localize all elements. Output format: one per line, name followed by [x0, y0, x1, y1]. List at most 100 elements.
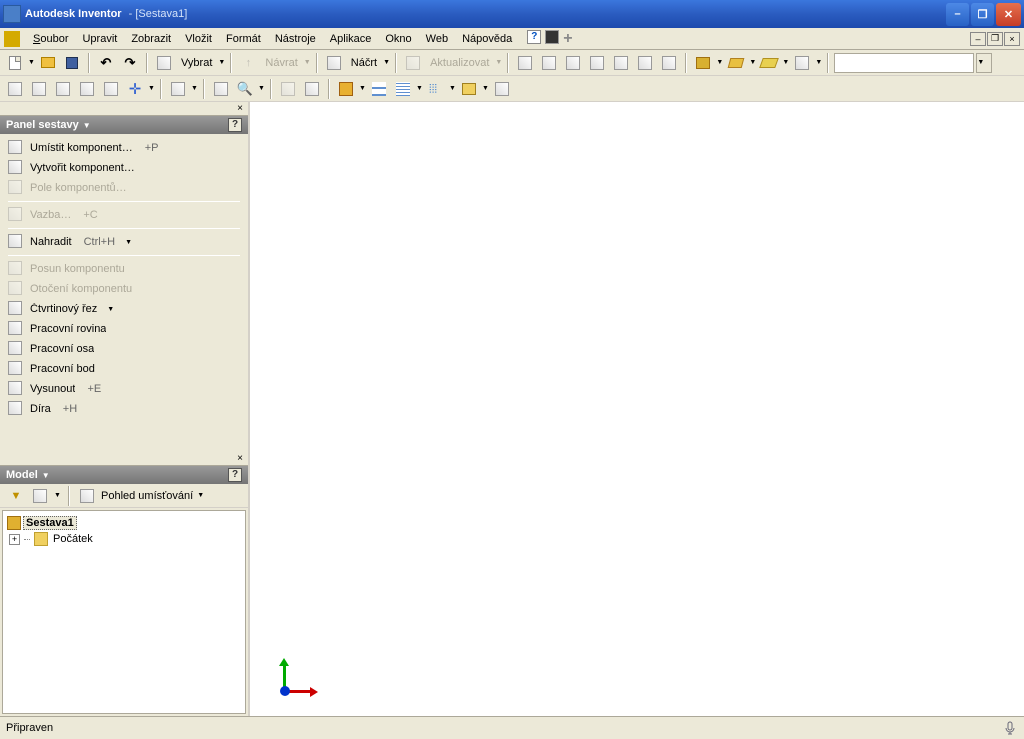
undo-button[interactable]: ↶	[95, 52, 117, 74]
panel-item[interactable]: Umístit komponent…+P	[0, 138, 248, 158]
grid-small-icon[interactable]	[392, 78, 414, 100]
tree-expand-icon[interactable]: +	[9, 534, 20, 545]
pan-icon[interactable]	[586, 52, 608, 74]
zoom-all-icon[interactable]	[514, 52, 536, 74]
chevron-down-icon[interactable]: ▼	[107, 306, 114, 313]
mdi-close-button[interactable]: ×	[1004, 32, 1020, 46]
panel-item[interactable]: Čtvrtinový řez▼	[0, 299, 248, 319]
menu-okno[interactable]: Okno	[378, 31, 418, 47]
panel-model-close-icon[interactable]: ×	[234, 453, 246, 465]
window-minimize-button[interactable]: –	[946, 3, 969, 26]
grid-dropdown[interactable]: ▼	[416, 85, 423, 92]
panel-assembly-header[interactable]: Panel sestavy ▼ ?	[0, 116, 248, 134]
display-wireframe-icon[interactable]	[725, 52, 747, 74]
table-dropdown[interactable]: ▼	[482, 85, 489, 92]
zoom-dynamic-icon[interactable]	[562, 52, 584, 74]
component-opacity-dropdown[interactable]: ▼	[815, 59, 822, 66]
zoom-tool-dropdown[interactable]: ▼	[258, 85, 265, 92]
mdi-restore-button[interactable]: ❐	[987, 32, 1003, 46]
expand-tree-dropdown[interactable]: ▼	[54, 492, 61, 499]
pattern-dropdown[interactable]: ▼	[449, 85, 456, 92]
menu-aplikace[interactable]: Aplikace	[323, 31, 379, 47]
panel-item[interactable]: Pracovní bod	[0, 359, 248, 379]
status-microphone-icon[interactable]	[1002, 720, 1018, 736]
mdi-minimize-button[interactable]: –	[970, 32, 986, 46]
panel-item[interactable]: NahraditCtrl+H▼	[0, 232, 248, 252]
panel-item[interactable]: Díra+H	[0, 399, 248, 419]
tree-root-label[interactable]: Sestava1	[23, 516, 77, 530]
select-icon[interactable]	[153, 52, 175, 74]
measure-dropdown[interactable]: ▼	[191, 85, 198, 92]
tree-child-label[interactable]: Počátek	[53, 533, 93, 545]
menu-nastroje[interactable]: Nástroje	[268, 31, 323, 47]
display-shaded-icon[interactable]	[692, 52, 714, 74]
menu-soubor[interactable]: Soubor	[26, 31, 75, 47]
section-analysis-icon[interactable]	[277, 78, 299, 100]
tree-child-row[interactable]: + Počátek	[7, 531, 241, 547]
app-options-icon[interactable]	[545, 30, 559, 44]
sketch-label[interactable]: Náčrt	[347, 57, 381, 69]
component-opacity-icon[interactable]	[791, 52, 813, 74]
material-dropdown[interactable]: ▼	[976, 53, 992, 73]
panel-help-icon[interactable]: ?	[228, 118, 242, 132]
table-icon[interactable]	[458, 78, 480, 100]
expand-tree-icon[interactable]	[30, 486, 50, 506]
zoom-tool-icon[interactable]: 🔍	[234, 78, 256, 100]
model-tree[interactable]: Sestava1 + Počátek	[2, 510, 246, 714]
display-shaded-dropdown[interactable]: ▼	[716, 59, 723, 66]
zoom-window-icon[interactable]	[538, 52, 560, 74]
help-icon[interactable]: ?	[527, 30, 541, 44]
observer-icon[interactable]	[210, 78, 232, 100]
menu-upravit[interactable]: Upravit	[75, 31, 124, 47]
viewport[interactable]	[250, 102, 1024, 716]
split-icon[interactable]	[52, 78, 74, 100]
bend-part-icon[interactable]	[76, 78, 98, 100]
display-camera-icon[interactable]	[758, 52, 780, 74]
new-button[interactable]	[4, 52, 26, 74]
pin-icon[interactable]	[491, 78, 513, 100]
panel-item[interactable]: Vysunout+E	[0, 379, 248, 399]
chevron-down-icon[interactable]: ▼	[125, 239, 132, 246]
window-close-button[interactable]: ✕	[996, 3, 1021, 26]
color-fill-icon[interactable]	[335, 78, 357, 100]
panel-assembly-close-icon[interactable]: ×	[234, 103, 246, 115]
display-wireframe-dropdown[interactable]: ▼	[749, 59, 756, 66]
center-point-icon[interactable]: ✛	[124, 78, 146, 100]
angle-analysis-icon[interactable]	[301, 78, 323, 100]
redo-button[interactable]: ↷	[119, 52, 141, 74]
open-button[interactable]	[37, 52, 59, 74]
measure-distance-icon[interactable]	[167, 78, 189, 100]
menu-format[interactable]: Formát	[219, 31, 268, 47]
look-at-icon[interactable]	[658, 52, 680, 74]
face-draft-icon[interactable]	[28, 78, 50, 100]
new-dropdown[interactable]: ▼	[28, 59, 35, 66]
color-fill-dropdown[interactable]: ▼	[359, 85, 366, 92]
sketch-icon[interactable]	[323, 52, 345, 74]
panel-item[interactable]: Pracovní rovina	[0, 319, 248, 339]
save-button[interactable]	[61, 52, 83, 74]
filter-icon[interactable]: ▼	[6, 486, 26, 506]
panel-item[interactable]: Vytvořit komponent…	[0, 158, 248, 178]
view-mode-label[interactable]: Pohled umísťování	[101, 490, 193, 502]
window-maximize-button[interactable]: ❐	[971, 3, 994, 26]
panel-model-header[interactable]: Model ▼ ?	[0, 466, 248, 484]
view-mode-dropdown[interactable]: ▼	[197, 492, 204, 499]
select-label[interactable]: Vybrat	[177, 57, 216, 69]
material-selector[interactable]	[834, 53, 974, 73]
add-icon[interactable]: +	[563, 30, 572, 48]
menu-napoveda[interactable]: Nápověda	[455, 31, 519, 47]
center-point-dropdown[interactable]: ▼	[148, 85, 155, 92]
select-dropdown[interactable]: ▼	[218, 59, 225, 66]
sketch-dropdown[interactable]: ▼	[383, 59, 390, 66]
menu-web[interactable]: Web	[419, 31, 455, 47]
menu-vlozit[interactable]: Vložit	[178, 31, 219, 47]
display-camera-dropdown[interactable]: ▼	[782, 59, 789, 66]
menu-zobrazit[interactable]: Zobrazit	[124, 31, 178, 47]
document-system-icon[interactable]	[4, 31, 20, 47]
panel-model-help-icon[interactable]: ?	[228, 468, 242, 482]
edge-display-icon[interactable]	[4, 78, 26, 100]
rotate-icon[interactable]	[634, 52, 656, 74]
tree-root-row[interactable]: Sestava1	[7, 515, 241, 531]
camera-icon[interactable]	[100, 78, 122, 100]
view-mode-icon[interactable]	[77, 486, 97, 506]
